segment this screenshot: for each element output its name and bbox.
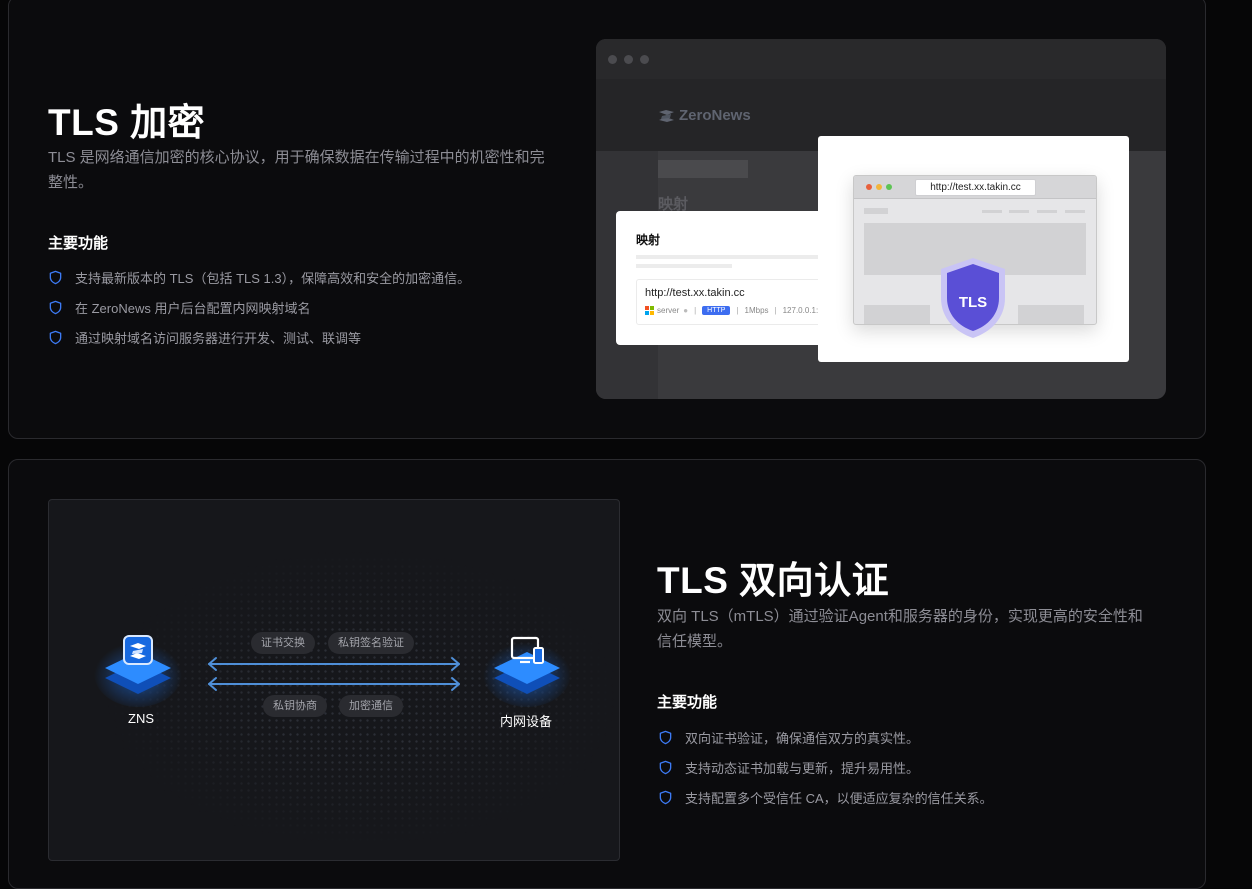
- mini-url-bar: http://test.xx.takin.cc: [915, 179, 1036, 196]
- tls-shield-icon: TLS: [941, 258, 1005, 338]
- bandwidth: 1Mbps: [744, 306, 769, 315]
- shield-check-icon: [49, 330, 62, 344]
- shield-check-icon: [659, 760, 672, 774]
- features-heading: 主要功能: [48, 235, 109, 252]
- pill-encrypted-comm: 加密通信: [339, 695, 403, 717]
- pill-signature-verify: 私钥签名验证: [328, 632, 414, 654]
- panel-title: 映射: [636, 233, 661, 247]
- feature-item: 支持最新版本的 TLS（包括 TLS 1.3），保障高效和安全的加密通信。: [48, 262, 470, 292]
- feature-list: 支持最新版本的 TLS（包括 TLS 1.3），保障高效和安全的加密通信。 在 …: [48, 262, 470, 352]
- shield-check-icon: [49, 300, 62, 314]
- bidirectional-arrows: [208, 657, 460, 691]
- shield-check-icon: [659, 730, 672, 744]
- monitor-node-icon: [483, 636, 571, 707]
- feature-item: 通过映射域名访问服务器进行开发、测试、联调等: [48, 322, 470, 352]
- zns-node-icon: [94, 635, 182, 707]
- mtls-diagram: ZNS 内网设备 证书交换 私钥签名验证 私钥协商 加密通信: [48, 499, 620, 861]
- feature-item: 支持配置多个受信任 CA，以便适应复杂的信任关系。: [658, 782, 993, 812]
- pill-key-negotiation: 私钥协商: [263, 695, 327, 717]
- brand-logo: ZeroNews: [658, 107, 751, 124]
- zeronews-logo-icon: [659, 109, 674, 122]
- window-dot: [608, 55, 617, 64]
- feature-text: 双向证书验证，确保通信双方的真实性。: [685, 730, 920, 746]
- window-dot: [886, 184, 892, 190]
- mapping-meta: server ● | HTTP | 1Mbps | 127.0.0.1:: [645, 306, 818, 315]
- windows-icon: [645, 306, 654, 315]
- server-label: server: [657, 306, 680, 315]
- mapping-url: http://test.xx.takin.cc: [645, 287, 745, 299]
- window-dot: [876, 184, 882, 190]
- placeholder-line: [636, 255, 836, 259]
- section-title: TLS 双向认证: [657, 560, 890, 601]
- window-dot: [640, 55, 649, 64]
- placeholder-bar: [658, 160, 748, 178]
- feature-item: 支持动态证书加载与更新，提升易用性。: [658, 752, 993, 782]
- placeholder-line: [636, 264, 732, 268]
- shield-check-icon: [659, 790, 672, 804]
- local-address: 127.0.0.1:: [782, 306, 819, 315]
- pill-cert-exchange: 证书交换: [251, 632, 315, 654]
- right-node-label: 内网设备: [500, 714, 553, 729]
- feature-text: 通过映射域名访问服务器进行开发、测试、联调等: [75, 330, 362, 346]
- mini-titlebar: http://test.xx.takin.cc: [854, 176, 1096, 199]
- window-dot: [624, 55, 633, 64]
- shield-check-icon: [49, 270, 62, 284]
- section-description: 双向 TLS（mTLS）通过验证Agent和服务器的身份，实现更高的安全性和信任…: [657, 608, 1143, 650]
- status-dot: ●: [683, 306, 689, 315]
- feature-text: 在 ZeroNews 用户后台配置内网映射域名: [75, 300, 311, 316]
- window-titlebar: [596, 39, 1166, 79]
- shield-label: TLS: [959, 294, 987, 311]
- left-node-label: ZNS: [128, 711, 154, 726]
- protocol-badge: HTTP: [702, 306, 731, 315]
- features-heading: 主要功能: [657, 694, 718, 711]
- feature-item: 在 ZeroNews 用户后台配置内网映射域名: [48, 292, 470, 322]
- feature-text: 支持配置多个受信任 CA，以便适应复杂的信任关系。: [685, 790, 993, 806]
- section-description: TLS 是网络通信加密的核心协议，用于确保数据在传输过程中的机密性和完整性。: [48, 149, 545, 191]
- feature-item: 双向证书验证，确保通信双方的真实性。: [658, 722, 993, 752]
- feature-text: 支持动态证书加载与更新，提升易用性。: [685, 760, 920, 776]
- feature-list: 双向证书验证，确保通信双方的真实性。 支持动态证书加载与更新，提升易用性。 支持…: [658, 722, 993, 812]
- window-dot: [866, 184, 872, 190]
- brand-name: ZeroNews: [679, 107, 751, 124]
- section-title: TLS 加密: [48, 102, 206, 143]
- feature-text: 支持最新版本的 TLS（包括 TLS 1.3），保障高效和安全的加密通信。: [75, 270, 471, 286]
- tls-browser-modal: http://test.xx.takin.cc TLS: [818, 136, 1129, 362]
